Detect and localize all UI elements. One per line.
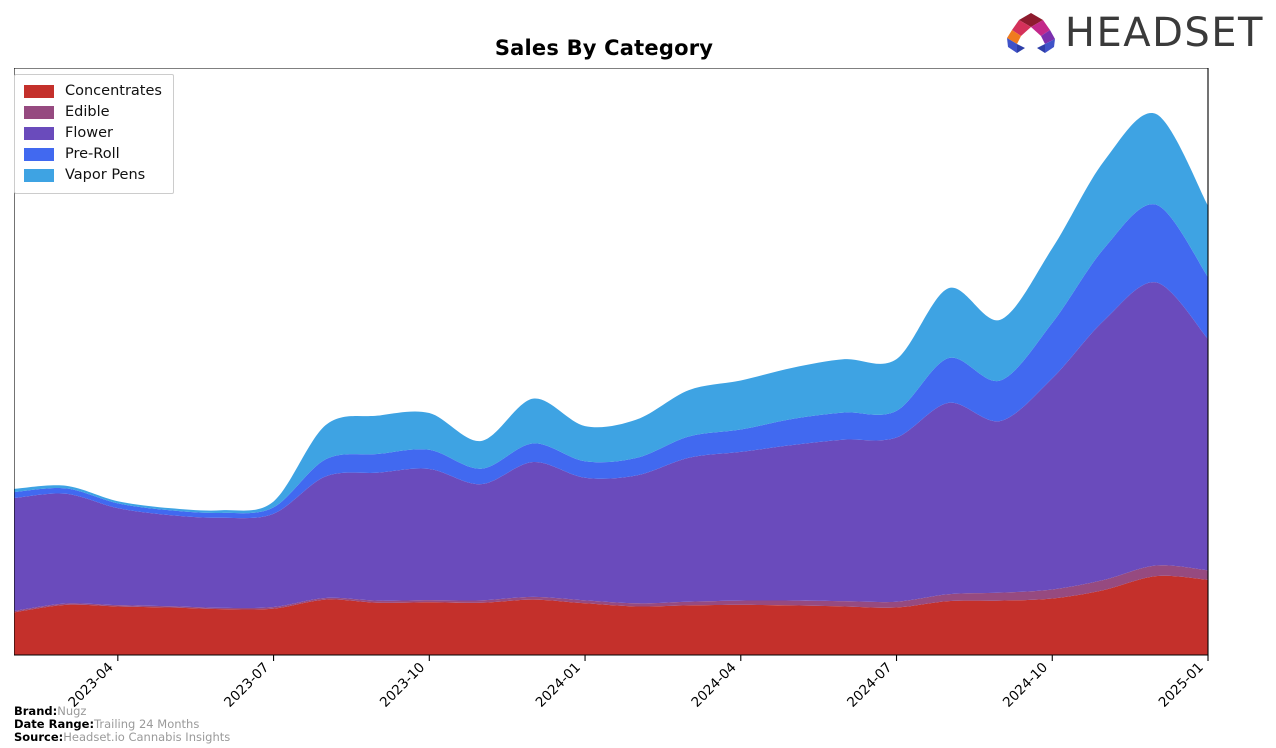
x-tick-label: 2024-07 (844, 660, 895, 711)
footer-value-brand: Nugz (57, 704, 87, 718)
legend-label-concentrates: Concentrates (65, 83, 162, 100)
legend-item[interactable]: Flower (24, 123, 162, 144)
footer-value-source: Headset.io Cannabis Insights (63, 730, 231, 744)
legend-swatch-flower (24, 127, 54, 140)
footer-key-source: Source: (14, 730, 64, 744)
headset-logo: HEADSET (1003, 10, 1264, 56)
footer: Brand:Nugz Date Range:Trailing 24 Months… (14, 705, 230, 744)
legend-swatch-vaporpens (24, 169, 54, 182)
x-tick-label: 2025-01 (1156, 660, 1207, 711)
legend-item[interactable]: Concentrates (24, 81, 162, 102)
legend-label-vaporpens: Vapor Pens (65, 167, 146, 184)
headset-wordmark: HEADSET (1064, 10, 1264, 56)
footer-value-date-range: Trailing 24 Months (94, 717, 200, 731)
legend-swatch-concentrates (24, 85, 54, 98)
x-tick-label: 2023-10 (377, 660, 428, 711)
chart-container: Sales By Category HEADSET 2023-04 2023-07… (0, 0, 1276, 748)
legend-item[interactable]: Edible (24, 102, 162, 123)
x-tick-label: 2024-01 (533, 660, 584, 711)
legend-label-edible: Edible (65, 104, 110, 121)
legend-item[interactable]: Vapor Pens (24, 165, 162, 186)
footer-key-date-range: Date Range: (14, 717, 95, 731)
legend-label-preroll: Pre-Roll (65, 146, 120, 163)
footer-key-brand: Brand: (14, 704, 58, 718)
headset-arch-logo-icon (1006, 13, 1055, 53)
area-series-group (14, 113, 1208, 655)
stacked-area-plot: 2023-04 2023-07 2023-10 2024-01 2024-04 2024-… (14, 68, 1209, 711)
legend: Concentrates Edible Flower Pre-Roll Vapo… (14, 74, 174, 194)
x-tick-label: 2024-10 (1000, 660, 1051, 711)
legend-label-flower: Flower (65, 125, 113, 142)
x-axis-ticks: 2023-04 2023-07 2023-10 2024-01 2024-04 2024-… (65, 655, 1209, 711)
x-tick-label: 2023-07 (221, 660, 272, 711)
footer-row-source: Source:Headset.io Cannabis Insights (14, 731, 230, 744)
legend-swatch-edible (24, 106, 54, 119)
legend-swatch-preroll (24, 148, 54, 161)
x-tick-label: 2024-04 (688, 660, 739, 711)
legend-item[interactable]: Pre-Roll (24, 144, 162, 165)
